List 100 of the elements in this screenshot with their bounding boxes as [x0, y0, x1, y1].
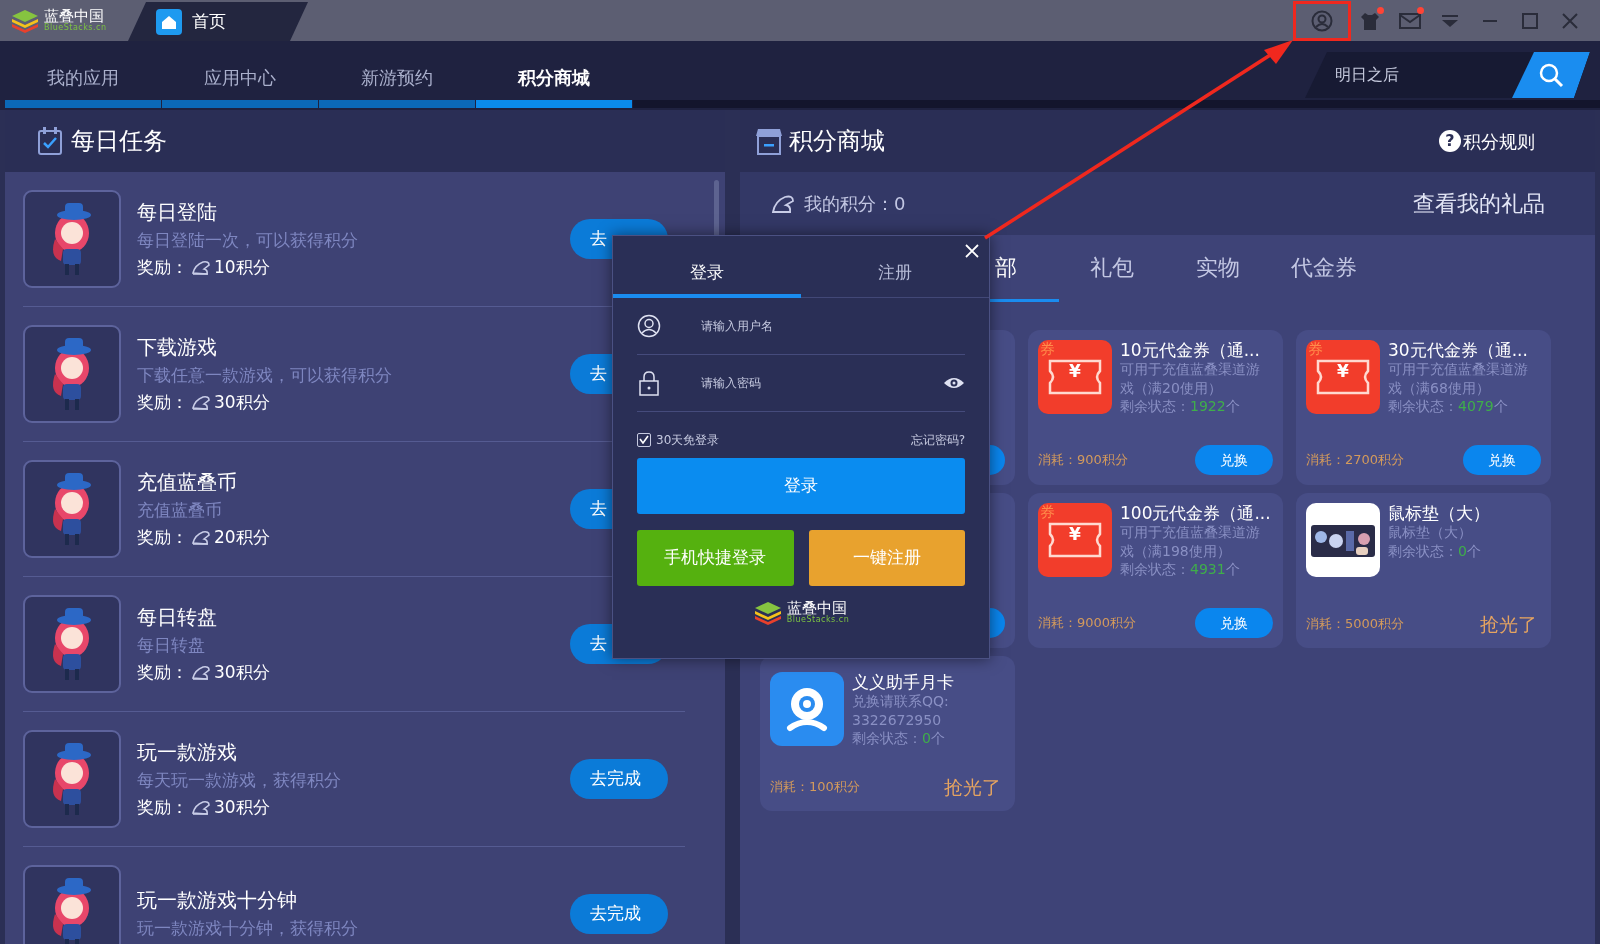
- gift-title: 义义助手月卡: [852, 672, 955, 693]
- logo-icon: [10, 7, 40, 34]
- task-title: 充值蓝叠币: [137, 470, 238, 494]
- stock-status: 剩余状态：1922个: [1120, 396, 1241, 415]
- redeem-button[interactable]: 兑换: [1195, 445, 1273, 475]
- cost-text: 消耗：900积分: [1038, 451, 1128, 470]
- eye-icon[interactable]: [943, 375, 965, 390]
- redeem-button[interactable]: 兑换: [1195, 608, 1273, 638]
- search-field[interactable]: 明日之后: [1305, 62, 1512, 88]
- ticket-icon: [1048, 522, 1102, 558]
- gift-title: 10元代金券（通...: [1120, 340, 1261, 361]
- task-description: 每日登陆一次，可以获得积分: [137, 230, 358, 251]
- currency-symbol: ¥: [1068, 526, 1082, 543]
- gift-description: 可用于充值蓝叠渠道游戏（满20使用）: [1120, 360, 1261, 397]
- nav-tab[interactable]: 积分商城: [476, 69, 632, 110]
- user-icon: [1311, 9, 1333, 32]
- search-icon: [1538, 62, 1564, 88]
- login-tab[interactable]: 登录: [613, 260, 801, 298]
- stock-status: 剩余状态：4931个: [1120, 559, 1241, 578]
- stock-status: 剩余状态：0个: [852, 728, 946, 747]
- sold-out-text: 抢光了: [1480, 611, 1537, 637]
- task-description: 玩一款游戏十分钟，获得积分: [137, 919, 358, 939]
- task-title: 每日转盘: [137, 605, 218, 629]
- task-title: 每日登陆: [137, 200, 218, 224]
- logo-text: 蓝叠中国: [44, 9, 104, 24]
- currency-symbol: ¥: [1336, 363, 1350, 380]
- close-button[interactable]: [963, 242, 981, 260]
- logo-text: 蓝叠中国: [786, 601, 847, 616]
- gift-title: 30元代金券（通...: [1388, 340, 1529, 361]
- gift-title: 100元代金券（通...: [1120, 503, 1272, 524]
- nav-tab[interactable]: 我的应用: [5, 69, 161, 110]
- points-icon: [191, 798, 211, 816]
- stamp-text: 券: [1040, 505, 1055, 520]
- logo-subtitle: BlueStacks.cn: [44, 24, 107, 32]
- category-tab[interactable]: 代金券: [1271, 235, 1377, 302]
- points-icon: [191, 258, 211, 276]
- user-icon: [637, 313, 661, 338]
- ticket-icon: [1316, 359, 1370, 395]
- notification-dot: [1417, 6, 1424, 14]
- login-button[interactable]: 登录: [637, 457, 965, 514]
- nav-tab[interactable]: 新游预约: [319, 69, 475, 110]
- logo-icon: [752, 599, 783, 626]
- store-icon: [755, 126, 783, 156]
- sold-out-text: 抢光了: [944, 774, 1001, 800]
- category-tab[interactable]: 实物: [1165, 235, 1271, 302]
- rules-link[interactable]: 积分规则: [1463, 127, 1535, 155]
- stamp-text: 券: [1040, 342, 1055, 357]
- webcam-icon: [770, 672, 844, 746]
- reward-value: 30积分: [214, 662, 270, 683]
- category-tab[interactable]: 礼包: [1059, 235, 1165, 302]
- close-icon: [1560, 10, 1580, 31]
- check-icon: [639, 435, 649, 444]
- cost-text: 消耗：5000积分: [1306, 615, 1405, 633]
- points-icon: [191, 528, 211, 546]
- reward-value: 30积分: [214, 392, 270, 413]
- reward-label: 奖励：: [137, 662, 188, 683]
- my-gifts-link[interactable]: 查看我的礼品: [1413, 187, 1545, 220]
- gift-description: 鼠标垫（大）: [1388, 523, 1473, 542]
- notification-dot: [1377, 6, 1384, 14]
- task-description: 充值蓝叠币: [137, 500, 223, 521]
- home-icon: [156, 8, 182, 35]
- currency-symbol: ¥: [1068, 363, 1082, 380]
- nav-tab[interactable]: 应用中心: [162, 69, 318, 110]
- gift-description: 可用于充值蓝叠渠道游戏（满198使用）: [1120, 523, 1261, 560]
- close-icon: [965, 244, 979, 258]
- password-field[interactable]: 请输入密码: [661, 372, 943, 393]
- user-button[interactable]: [1296, 3, 1348, 38]
- task-description: 每天玩一款游戏，获得积分: [137, 770, 341, 791]
- maximize-icon: [1520, 10, 1540, 31]
- username-field[interactable]: 请输入用户名: [661, 315, 965, 336]
- task-title: 玩一款游戏十分钟: [137, 889, 298, 913]
- help-icon: ?: [1439, 130, 1461, 152]
- complete-button[interactable]: 去完成: [570, 759, 668, 799]
- stock-status: 剩余状态：4079个: [1388, 396, 1509, 415]
- points-icon: [191, 663, 211, 681]
- task-description: 每日转盘: [137, 635, 206, 656]
- home-tab[interactable]: 首页: [128, 2, 308, 41]
- minimize-icon: [1483, 19, 1497, 22]
- reward-value: 30积分: [214, 797, 270, 818]
- gift-description: 兑换请联系QQ: 3322672950: [852, 692, 950, 729]
- task-title: 玩一款游戏: [137, 740, 238, 764]
- task-description: 下载任意一款游戏，可以获得积分: [137, 365, 392, 386]
- logo-subtitle: BlueStacks.cn: [786, 616, 850, 624]
- redeem-button[interactable]: 兑换: [1463, 445, 1541, 475]
- ticket-icon: [1048, 359, 1102, 395]
- forgot-password-link[interactable]: 忘记密码?: [910, 430, 965, 449]
- reward-label: 奖励：: [137, 527, 188, 548]
- stock-status: 剩余状态：0个: [1388, 541, 1482, 560]
- search-box[interactable]: 明日之后: [1305, 52, 1590, 98]
- complete-button[interactable]: 去完成: [570, 894, 668, 934]
- reward-label: 奖励：: [137, 392, 188, 413]
- reward-label: 奖励：: [137, 797, 188, 818]
- calendar-icon: [37, 126, 63, 156]
- reward-value: 20积分: [214, 527, 270, 548]
- lock-icon: [637, 369, 661, 396]
- section-title: 每日任务: [71, 126, 167, 157]
- gift-title: 鼠标垫（大）: [1388, 503, 1490, 524]
- task-title: 下载游戏: [137, 335, 218, 359]
- cost-text: 消耗：9000积分: [1038, 614, 1137, 633]
- remember-checkbox[interactable]: [637, 432, 651, 447]
